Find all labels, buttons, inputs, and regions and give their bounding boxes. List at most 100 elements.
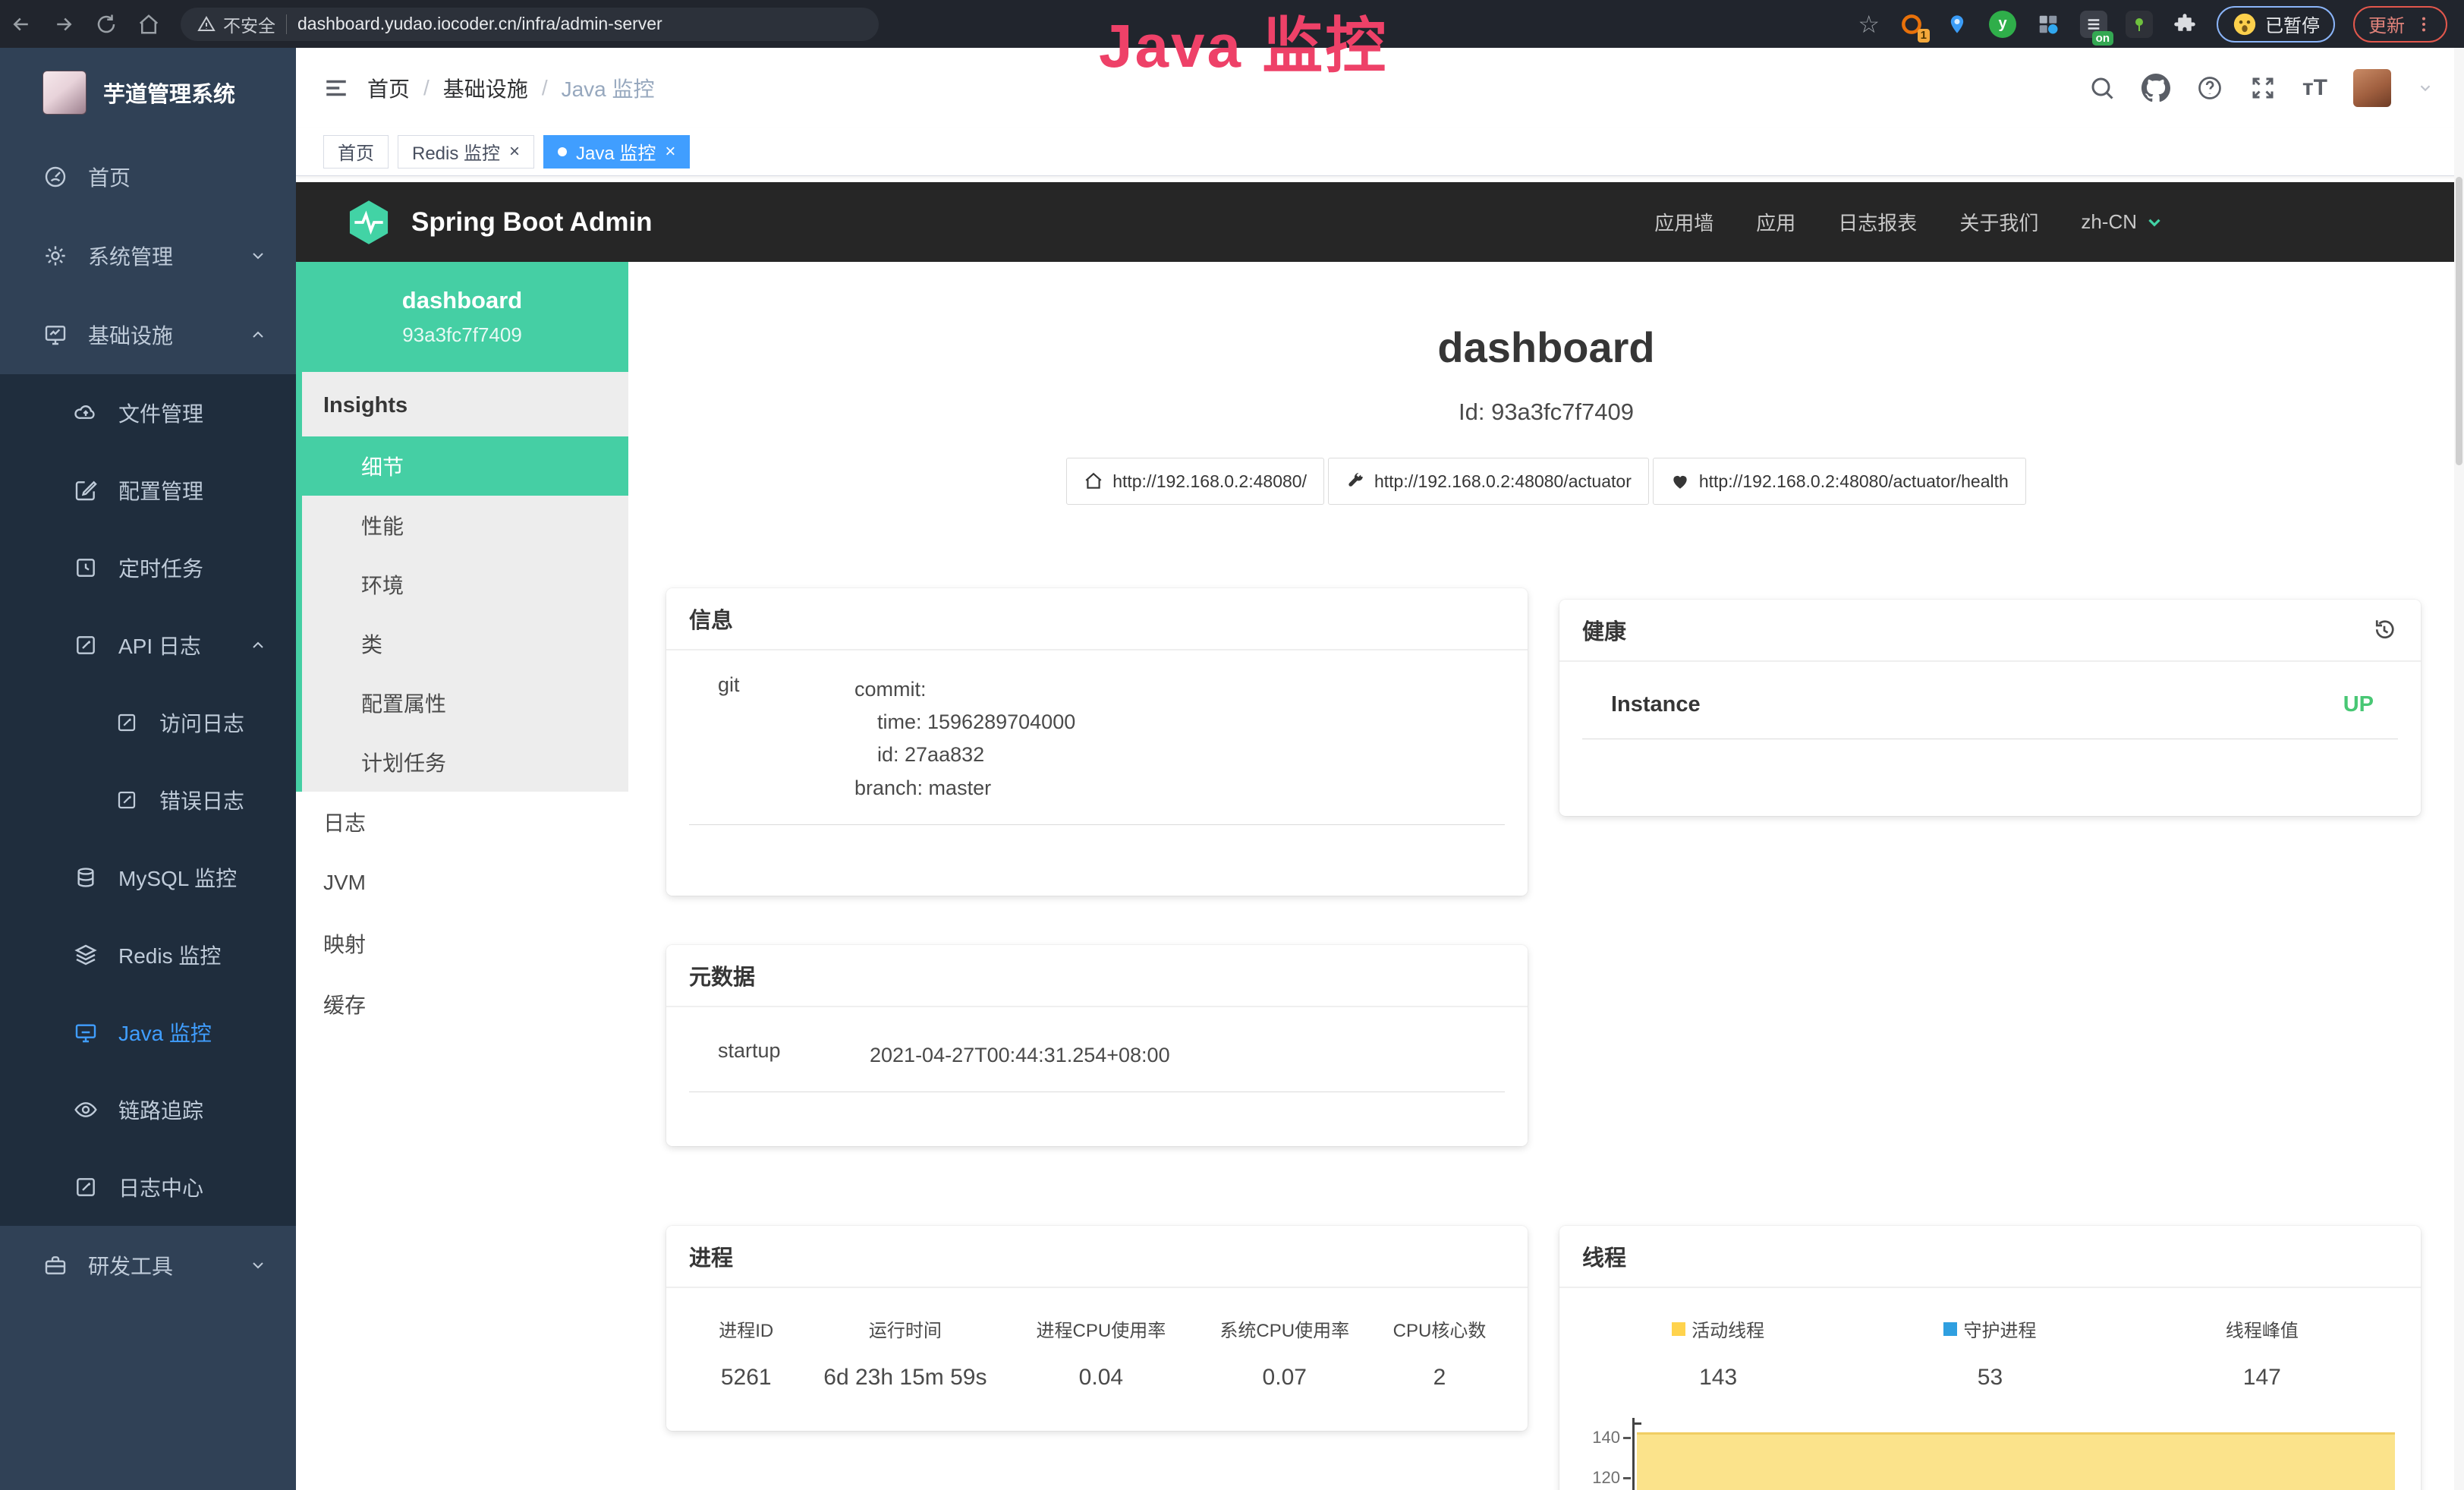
instance-header[interactable]: dashboard 93a3fc7f7409 <box>296 262 628 372</box>
sidebar-item-redis-monitor[interactable]: Redis 监控 <box>0 916 296 994</box>
security-warning-icon[interactable]: 不安全 <box>197 11 275 37</box>
security-label: 不安全 <box>223 11 275 37</box>
page-title: dashboard <box>628 323 2464 372</box>
health-url-button[interactable]: http://192.168.0.2:48080/actuator/health <box>1653 458 2026 505</box>
app-title: 芋道管理系统 <box>103 77 235 109</box>
sidebar-item-details[interactable]: 细节 <box>302 436 628 496</box>
info-card: 信息 git commit: time: 1596289704000 id: 2… <box>666 588 1528 896</box>
tab-redis-monitor[interactable]: Redis 监控 × <box>398 135 534 169</box>
grid-extension-icon[interactable] <box>2034 11 2062 38</box>
sba-nav-about[interactable]: 关于我们 <box>1959 208 2038 236</box>
sidebar-item-scheduled-tasks[interactable]: 定时任务 <box>0 529 296 606</box>
profile-paused-badge[interactable]: 已暂停 <box>2217 6 2335 43</box>
sba-nav-applications[interactable]: 应用 <box>1756 208 1795 236</box>
blue-pin-extension-icon[interactable] <box>1943 11 1971 38</box>
home-icon <box>1084 471 1103 491</box>
help-icon[interactable] <box>2196 74 2223 102</box>
tab-java-monitor[interactable]: Java 监控 × <box>543 135 690 169</box>
sba-nav-journal[interactable]: 日志报表 <box>1838 208 1917 236</box>
metadata-card-title: 元数据 <box>689 959 755 991</box>
sba-brand[interactable]: Spring Boot Admin <box>345 198 653 247</box>
metadata-startup-row: startup 2021-04-27T00:44:31.254+08:00 <box>689 1007 1505 1092</box>
sba-title: Spring Boot Admin <box>411 207 653 238</box>
sidebar-item-mappings[interactable]: 映射 <box>296 913 628 974</box>
sidebar-item-access-log[interactable]: 访问日志 <box>0 684 296 761</box>
puzzle-extensions-icon[interactable] <box>2171 11 2198 38</box>
reload-icon[interactable] <box>85 13 127 36</box>
sprout-extension-icon[interactable] <box>2126 11 2153 38</box>
sidebar-item-error-log[interactable]: 错误日志 <box>0 761 296 839</box>
live-threads-area <box>1637 1432 2395 1490</box>
outer-sidebar: 芋道管理系统 首页 系统管理 基础设施 文件管理 配置管理 <box>0 48 296 1490</box>
orange-circle-extension-icon[interactable]: 1 <box>1898 11 1925 38</box>
sba-nav: 应用墙 应用 日志报表 关于我们 zh-CN <box>1654 208 2164 236</box>
font-size-icon[interactable]: ᴛT <box>2302 75 2327 101</box>
sidebar-item-metrics[interactable]: 性能 <box>302 496 628 555</box>
service-url-button[interactable]: http://192.168.0.2:48080/ <box>1066 458 1324 505</box>
onetab-extension-icon[interactable]: on <box>2080 11 2107 38</box>
back-icon[interactable] <box>0 13 42 36</box>
sidebar-item-infrastructure[interactable]: 基础设施 <box>0 295 296 374</box>
process-val-uptime: 6d 23h 15m 59s <box>804 1365 1008 1391</box>
forward-icon[interactable] <box>42 13 85 36</box>
sidebar-item-environment[interactable]: 环境 <box>302 555 628 614</box>
close-icon[interactable]: × <box>665 143 675 161</box>
sidebar-item-classes[interactable]: 类 <box>302 614 628 673</box>
search-icon[interactable] <box>2088 74 2116 102</box>
sidebar-item-caches[interactable]: 缓存 <box>296 974 628 1035</box>
annotation-java-monitor: Java 监控 <box>1099 0 1388 85</box>
sidebar-item-config-management[interactable]: 配置管理 <box>0 452 296 529</box>
sidebar-item-home[interactable]: 首页 <box>0 137 296 216</box>
fullscreen-icon[interactable] <box>2249 74 2277 102</box>
close-icon[interactable]: × <box>509 143 520 161</box>
history-icon[interactable] <box>2371 616 2398 644</box>
sidebar-item-file-management[interactable]: 文件管理 <box>0 374 296 452</box>
threads-chart: 140 120 100 <box>1582 1418 2398 1490</box>
actuator-url-button[interactable]: http://192.168.0.2:48080/actuator <box>1328 458 1649 505</box>
sba-locale-select[interactable]: zh-CN <box>2081 210 2164 234</box>
threads-legend-live: 活动线程 <box>1582 1315 1854 1342</box>
screen: 不安全 dashboard.yudao.iocoder.cn/infra/adm… <box>0 0 2464 1490</box>
sidebar-item-config-props[interactable]: 配置属性 <box>302 673 628 732</box>
hamburger-icon[interactable] <box>296 75 367 101</box>
health-row-label: Instance <box>1588 692 1701 717</box>
sidebar-item-log-center[interactable]: 日志中心 <box>0 1148 296 1226</box>
eye-icon <box>73 1098 99 1122</box>
process-col-proc-cpu: 进程CPU使用率 <box>1007 1315 1194 1342</box>
process-col-sys-cpu: 系统CPU使用率 <box>1195 1315 1375 1342</box>
metadata-row-label: startup <box>695 1039 870 1072</box>
threads-legend-peak: 线程峰值 <box>2126 1315 2398 1342</box>
threads-card-title: 线程 <box>1582 1240 1626 1272</box>
bookmark-star-icon[interactable]: ☆ <box>1858 10 1880 39</box>
sidebar-item-dev-tools[interactable]: 研发工具 <box>0 1226 296 1305</box>
update-button[interactable]: 更新 <box>2353 6 2447 43</box>
page-scrollbar[interactable] <box>2454 48 2464 1490</box>
sidebar-item-system[interactable]: 系统管理 <box>0 216 296 295</box>
sidebar-item-java-monitor[interactable]: Java 监控 <box>0 994 296 1071</box>
green-y-extension-icon[interactable]: y <box>1989 11 2016 38</box>
process-card-title: 进程 <box>689 1240 733 1272</box>
sidebar-item-tracing[interactable]: 链路追踪 <box>0 1071 296 1148</box>
sidebar-item-jvm[interactable]: JVM <box>296 852 628 913</box>
scrollbar-thumb[interactable] <box>2456 177 2462 465</box>
github-icon[interactable] <box>2141 74 2170 102</box>
sidebar-item-api-log[interactable]: API 日志 <box>0 606 296 684</box>
user-avatar[interactable] <box>2353 69 2391 107</box>
app-logo[interactable]: 芋道管理系统 <box>0 48 296 137</box>
tab-home[interactable]: 首页 <box>323 135 389 169</box>
cloud-upload-icon <box>73 401 99 425</box>
sba-nav-wallboard[interactable]: 应用墙 <box>1654 208 1713 236</box>
sidebar-item-logs[interactable]: 日志 <box>296 792 628 852</box>
breadcrumb-home[interactable]: 首页 <box>367 73 410 103</box>
sba-sidebar: dashboard 93a3fc7f7409 Insights 细节 性能 环境… <box>296 262 628 1490</box>
address-bar[interactable]: 不安全 dashboard.yudao.iocoder.cn/infra/adm… <box>181 8 879 41</box>
sidebar-item-mysql-monitor[interactable]: MySQL 监控 <box>0 839 296 916</box>
home-icon[interactable] <box>127 13 170 36</box>
chevron-down-icon[interactable] <box>2417 80 2434 96</box>
info-card-title: 信息 <box>689 603 733 635</box>
breadcrumb-infrastructure[interactable]: 基础设施 <box>443 73 528 103</box>
sidebar-item-scheduled[interactable]: 计划任务 <box>302 732 628 792</box>
gear-icon <box>42 244 68 268</box>
sba-logo-icon <box>345 198 393 247</box>
health-instance-row[interactable]: Instance UP <box>1582 662 2398 739</box>
